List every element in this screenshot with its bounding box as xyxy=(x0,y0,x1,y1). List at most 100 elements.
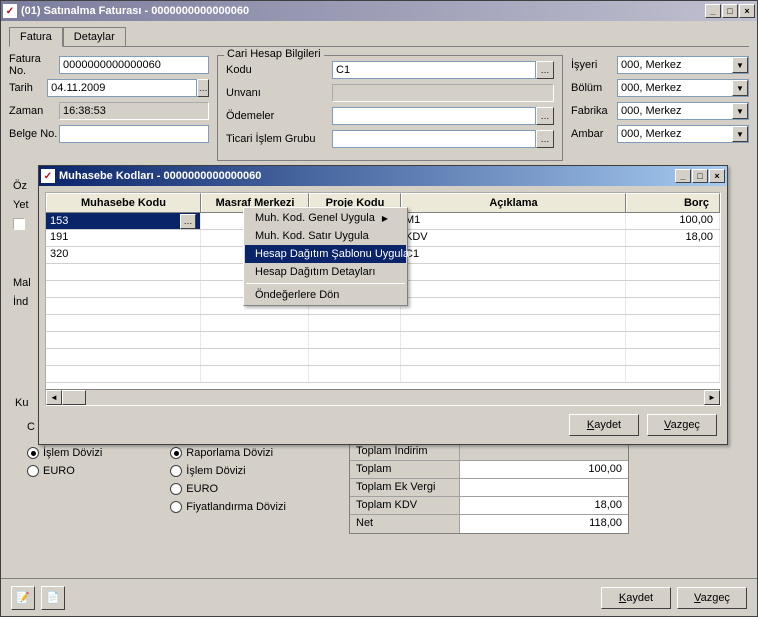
group-title-cari: Cari Hesap Bilgileri xyxy=(224,48,324,60)
grid-row[interactable] xyxy=(46,349,720,366)
document-icon[interactable]: 📄 xyxy=(41,586,65,610)
label-fatura-no: Fatura No. xyxy=(9,53,59,77)
combo-isyeri[interactable]: 000, Merkez▼ xyxy=(617,56,749,74)
dialog-save-button[interactable]: Kaydet xyxy=(569,414,639,436)
label-toplam: Toplam xyxy=(350,461,460,478)
chevron-down-icon[interactable]: ▼ xyxy=(732,103,748,119)
label-ku: Ku xyxy=(15,397,28,409)
value-toplam-indirim xyxy=(460,443,628,460)
kodu-lookup-button[interactable]: … xyxy=(536,61,554,79)
label-ek-vergi: Toplam Ek Vergi xyxy=(350,479,460,496)
chevron-down-icon[interactable]: ▼ xyxy=(732,80,748,96)
ctx-muh-kod-genel[interactable]: Muh. Kod. Genel Uygula▶ xyxy=(245,209,406,227)
cell-code[interactable]: 191 xyxy=(46,230,201,246)
totals-table: Toplam İndirim Toplam100,00 Toplam Ek Ve… xyxy=(349,442,629,534)
label-tarih: Tarih xyxy=(9,82,47,94)
label-c: C xyxy=(27,421,35,433)
dialog-maximize-button[interactable]: □ xyxy=(692,169,708,183)
cari-hesap-group: Cari Hesap Bilgileri Kodu … Unvanı Ödeme… xyxy=(217,55,563,161)
currency-radio-groups: İşlem Dövizi EURO Raporlama Dövizi İşlem… xyxy=(23,438,290,522)
cell-lookup-button[interactable]: … xyxy=(180,214,196,229)
odemeler-lookup-button[interactable]: … xyxy=(536,107,554,125)
chevron-down-icon[interactable]: ▼ xyxy=(732,126,748,142)
grid-row[interactable] xyxy=(46,332,720,349)
col-borc[interactable]: Borç xyxy=(626,193,720,212)
scroll-right-button[interactable]: ► xyxy=(704,390,720,405)
label-odemeler: Ödemeler xyxy=(226,110,332,122)
ctx-hesap-dagitim-sablonu[interactable]: Hesap Dağıtım Şablonu Uygula xyxy=(245,245,406,263)
input-zaman[interactable] xyxy=(59,102,209,120)
close-button[interactable]: × xyxy=(739,4,755,18)
cell-debit[interactable] xyxy=(626,247,720,263)
dialog-titlebar: ✓ Muhasebe Kodları - 0000000000000060 _ … xyxy=(39,166,727,186)
cell-code[interactable]: 320 xyxy=(46,247,201,263)
label-net: Net xyxy=(350,515,460,533)
radio-fiyat[interactable] xyxy=(170,501,182,513)
cell-desc[interactable]: KDV xyxy=(401,230,626,246)
tab-fatura[interactable]: Fatura xyxy=(9,27,63,47)
app-icon: ✓ xyxy=(3,4,17,18)
label-bolum: Bölüm xyxy=(571,82,617,94)
ctx-hesap-dagitim-detay[interactable]: Hesap Dağıtım Detayları xyxy=(245,263,406,281)
ctx-muh-kod-satir[interactable]: Muh. Kod. Satır Uygula xyxy=(245,227,406,245)
input-odemeler[interactable] xyxy=(332,107,536,125)
value-net: 118,00 xyxy=(460,515,628,533)
radio-raporlama[interactable] xyxy=(170,447,182,459)
input-fatura-no[interactable] xyxy=(59,56,209,74)
ctx-ondegerlere-don[interactable]: Öndeğerlere Dön xyxy=(245,286,406,304)
label-ambar: Ambar xyxy=(571,128,617,140)
cell-desc[interactable]: C1 xyxy=(401,247,626,263)
dialog-cancel-button[interactable]: Vazgeç xyxy=(647,414,717,436)
label-toplam-indirim: Toplam İndirim xyxy=(350,443,460,460)
menu-separator xyxy=(246,283,405,284)
radio-euro-1[interactable] xyxy=(27,465,39,477)
input-tarih[interactable] xyxy=(47,79,197,97)
dialog-minimize-button[interactable]: _ xyxy=(675,169,691,183)
notes-icon[interactable]: 📝 xyxy=(11,586,35,610)
cell-debit[interactable]: 100,00 xyxy=(626,213,720,229)
maximize-button[interactable]: □ xyxy=(722,4,738,18)
grid-row[interactable] xyxy=(46,315,720,332)
chevron-right-icon: ▶ xyxy=(382,214,388,223)
chevron-down-icon[interactable]: ▼ xyxy=(732,57,748,73)
radio-euro-2[interactable] xyxy=(170,483,182,495)
label-zaman: Zaman xyxy=(9,105,59,117)
input-belge-no[interactable] xyxy=(59,125,209,143)
checkbox-bg[interactable] xyxy=(13,218,25,230)
combo-fabrika[interactable]: 000, Merkez▼ xyxy=(617,102,749,120)
dialog-close-button[interactable]: × xyxy=(709,169,725,183)
label-kdv: Toplam KDV xyxy=(350,497,460,514)
radio-islem-dovizi-1[interactable] xyxy=(27,447,39,459)
scroll-left-button[interactable]: ◄ xyxy=(46,390,62,405)
grid-horizontal-scrollbar[interactable]: ◄ ► xyxy=(46,389,720,405)
save-button-main[interactable]: Kaydet xyxy=(601,587,671,609)
cell-code[interactable]: 153… xyxy=(46,213,201,229)
grid-row[interactable] xyxy=(46,366,720,383)
form-left-column: Fatura No. Tarih … Zaman Belge No. xyxy=(9,55,209,161)
input-ticari[interactable] xyxy=(332,130,536,148)
window-title: (01) Satınalma Faturası - 00000000000000… xyxy=(21,5,705,17)
cell-debit[interactable]: 18,00 xyxy=(626,230,720,246)
label-ticari: Ticari İşlem Grubu xyxy=(226,133,332,145)
input-kodu[interactable] xyxy=(332,61,536,79)
dialog-icon: ✓ xyxy=(41,169,55,183)
minimize-button[interactable]: _ xyxy=(705,4,721,18)
label-unvani: Unvanı xyxy=(226,87,332,99)
dialog-title: Muhasebe Kodları - 0000000000000060 xyxy=(59,170,675,182)
bottom-toolbar: 📝 📄 Kaydet Vazgeç xyxy=(1,578,757,616)
radio-islem-dovizi-2[interactable] xyxy=(170,465,182,477)
tab-detaylar[interactable]: Detaylar xyxy=(63,27,126,46)
titlebar-main: ✓ (01) Satınalma Faturası - 000000000000… xyxy=(1,1,757,21)
label-belge-no: Belge No. xyxy=(9,128,59,140)
label-fabrika: Fabrika xyxy=(571,105,617,117)
input-unvani xyxy=(332,84,554,102)
ticari-lookup-button[interactable]: … xyxy=(536,130,554,148)
combo-ambar[interactable]: 000, Merkez▼ xyxy=(617,125,749,143)
col-aciklama[interactable]: Açıklama xyxy=(401,193,626,212)
combo-bolum[interactable]: 000, Merkez▼ xyxy=(617,79,749,97)
cancel-button-main[interactable]: Vazgeç xyxy=(677,587,747,609)
cell-desc[interactable]: M1 xyxy=(401,213,626,229)
col-muhasebe-kodu[interactable]: Muhasebe Kodu xyxy=(46,193,201,212)
date-picker-button[interactable]: … xyxy=(197,79,209,97)
scroll-thumb[interactable] xyxy=(62,390,86,405)
